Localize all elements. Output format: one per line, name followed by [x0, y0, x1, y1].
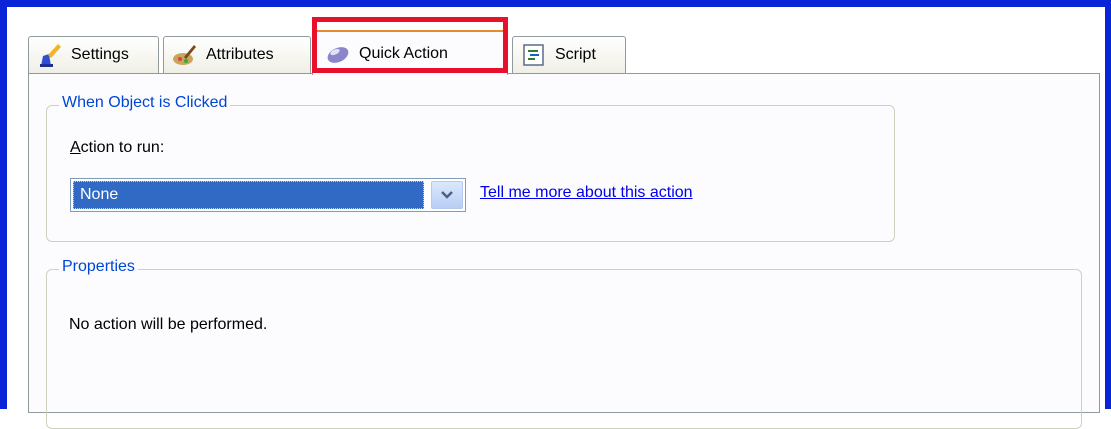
access-key: A [70, 139, 81, 156]
attributes-icon [172, 42, 198, 68]
tab-panel: When Object is Clicked Action to run: No… [28, 73, 1100, 429]
when-clicked-group: When Object is Clicked Action to run: No… [46, 94, 895, 242]
tab-label: Settings [71, 46, 129, 63]
more-info-link[interactable]: Tell me more about this action [480, 184, 693, 202]
window-frame-left [0, 0, 7, 409]
action-label-rest: ction to run: [80, 139, 165, 156]
tab-label: Script [555, 46, 596, 63]
tab-quick-action[interactable]: Quick Action [312, 30, 508, 75]
properties-description: No action will be performed. [69, 316, 268, 333]
chevron-down-icon [441, 191, 453, 199]
action-select[interactable]: None [70, 178, 466, 212]
properties-group: Properties No action will be performed. [46, 258, 1082, 429]
dropdown-button[interactable] [431, 181, 463, 209]
action-select-value: None [73, 181, 424, 209]
tab-label: Quick Action [359, 44, 448, 62]
group-legend: Properties [59, 258, 138, 276]
window-frame-top [0, 0, 1111, 7]
tab-settings[interactable]: Settings [28, 36, 159, 73]
quick-action-icon [325, 41, 351, 67]
group-legend: When Object is Clicked [59, 94, 231, 112]
tab-script[interactable]: Script [512, 36, 626, 73]
tab-attributes[interactable]: Attributes [163, 36, 311, 73]
tab-label: Attributes [206, 46, 274, 63]
action-to-run-label: Action to run: [70, 139, 164, 157]
script-icon [521, 42, 547, 68]
window-frame-right [1105, 0, 1111, 409]
settings-icon [37, 42, 63, 68]
